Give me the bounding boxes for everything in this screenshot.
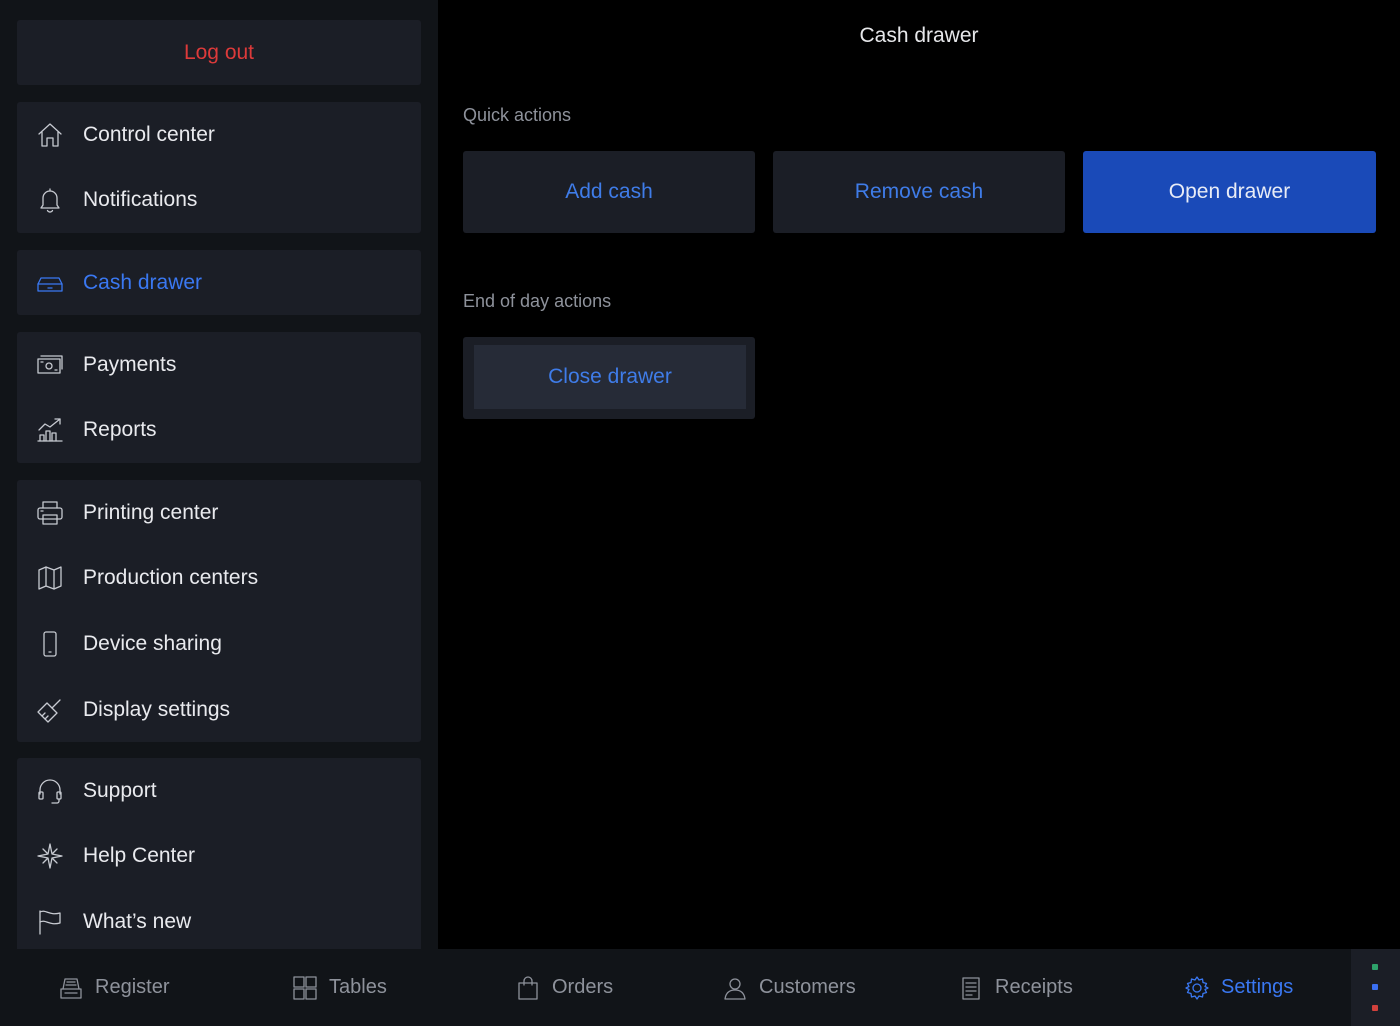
phone-icon	[33, 627, 67, 661]
tab-label: Receipts	[995, 976, 1073, 998]
sidebar-group-cash: Cash drawer	[17, 250, 421, 315]
tables-icon	[293, 975, 317, 1000]
sidebar: Log out Control center Notifications Cas…	[0, 0, 438, 949]
sidebar-item-display-settings[interactable]: Display settings	[17, 677, 421, 743]
bottom-tab-bar: Register Tables Orders Customers Receipt…	[0, 949, 1400, 1026]
shopping-bag-icon	[518, 975, 538, 1000]
sidebar-item-whats-new[interactable]: What’s new	[17, 889, 421, 955]
tab-receipts[interactable]: Receipts	[958, 949, 1073, 1026]
sidebar-item-label: Control center	[83, 122, 215, 146]
sidebar-item-reports[interactable]: Reports	[17, 398, 421, 464]
sidebar-item-label: Display settings	[83, 697, 231, 721]
chart-icon	[33, 413, 67, 447]
register-icon	[60, 977, 82, 999]
section-label-end-of-day: End of day actions	[463, 291, 612, 311]
home-icon	[33, 118, 67, 152]
flag-icon	[33, 905, 67, 939]
receipt-icon	[962, 976, 980, 1000]
compass-icon	[33, 839, 67, 873]
map-icon	[33, 561, 67, 595]
logout-button[interactable]: Log out	[17, 20, 421, 85]
sidebar-group-general: Control center Notifications	[17, 102, 421, 233]
sidebar-item-production-centers[interactable]: Production centers	[17, 546, 421, 612]
close-drawer-label: Close drawer	[474, 345, 746, 409]
sidebar-item-label: Printing center	[83, 500, 219, 524]
sidebar-item-device-sharing[interactable]: Device sharing	[17, 611, 421, 677]
sidebar-item-label: Cash drawer	[83, 270, 203, 294]
main-content: Cash drawer Quick actions Add cash Remov…	[438, 0, 1400, 949]
sidebar-item-label: Reports	[83, 418, 157, 442]
sidebar-item-label: What’s new	[83, 909, 192, 933]
user-icon	[724, 977, 746, 1000]
sidebar-group-finance: Payments Reports	[17, 332, 421, 463]
sidebar-item-label: Device sharing	[83, 631, 222, 655]
sidebar-group-help: Support Help Center What’s new	[17, 758, 421, 949]
connection-status-indicator	[1351, 949, 1400, 1026]
headset-icon	[33, 774, 67, 808]
section-label-quick-actions: Quick actions	[463, 105, 572, 125]
tab-orders[interactable]: Orders	[515, 949, 613, 1026]
sidebar-item-label: Production centers	[83, 566, 259, 590]
tab-settings[interactable]: Settings	[1184, 949, 1293, 1026]
sidebar-item-cash-drawer[interactable]: Cash drawer	[17, 250, 421, 315]
tab-label: Register	[95, 976, 170, 998]
status-dot-green	[1372, 964, 1378, 970]
sidebar-item-label: Notifications	[83, 188, 198, 212]
tab-label: Tables	[329, 976, 387, 998]
sidebar-item-printing-center[interactable]: Printing center	[17, 480, 421, 546]
status-dot-blue	[1372, 984, 1378, 990]
open-drawer-button[interactable]: Open drawer	[1083, 151, 1376, 233]
sidebar-item-label: Payments	[83, 352, 177, 376]
sidebar-item-notifications[interactable]: Notifications	[17, 168, 421, 234]
add-cash-button[interactable]: Add cash	[463, 151, 755, 233]
tab-customers[interactable]: Customers	[722, 949, 856, 1026]
close-drawer-button[interactable]: Close drawer	[463, 337, 755, 419]
sidebar-item-help-center[interactable]: Help Center	[17, 824, 421, 890]
tab-label: Orders	[552, 976, 614, 998]
sidebar-item-payments[interactable]: Payments	[17, 332, 421, 398]
sidebar-item-label: Support	[83, 778, 157, 802]
tab-label: Settings	[1221, 976, 1294, 998]
tab-register[interactable]: Register	[58, 949, 169, 1026]
sidebar-item-label: Help Center	[83, 844, 196, 868]
bell-icon	[33, 183, 67, 217]
cash-drawer-icon	[33, 266, 67, 300]
status-dot-red	[1372, 1005, 1378, 1011]
gear-icon	[1185, 975, 1209, 1000]
brush-icon	[33, 693, 67, 727]
sidebar-group-devices: Printing center Production centers Devic…	[17, 480, 421, 742]
banknote-icon	[33, 348, 67, 382]
remove-cash-button[interactable]: Remove cash	[773, 151, 1065, 233]
tab-label: Customers	[759, 976, 856, 998]
tab-tables[interactable]: Tables	[292, 949, 387, 1026]
sidebar-item-control-center[interactable]: Control center	[17, 102, 421, 168]
sidebar-item-support[interactable]: Support	[17, 758, 421, 824]
printer-icon	[33, 496, 67, 530]
page-title: Cash drawer	[859, 24, 979, 47]
